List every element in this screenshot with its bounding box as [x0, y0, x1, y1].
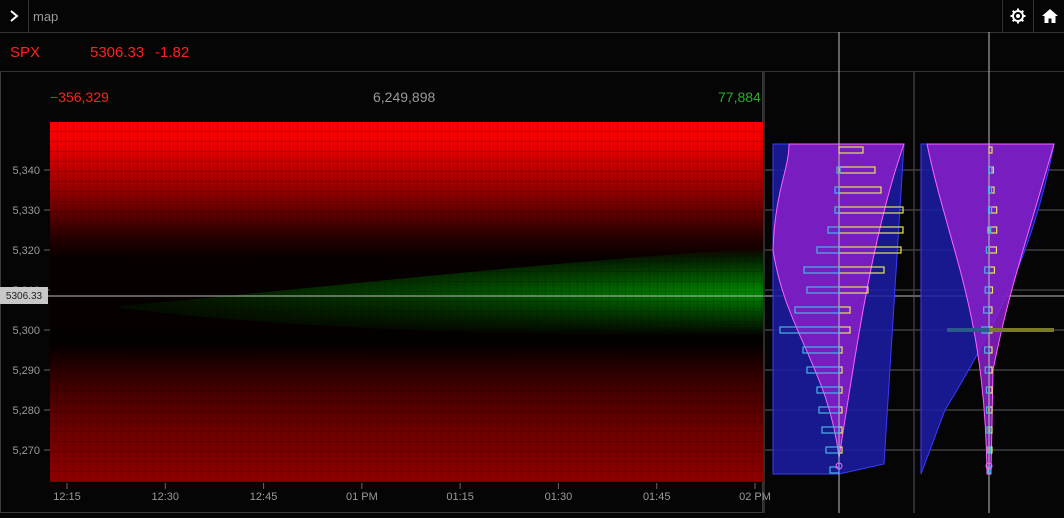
call-bar — [988, 246, 998, 254]
put-bar — [818, 406, 840, 414]
put-bar — [985, 246, 990, 254]
ticker-symbol[interactable]: SPX — [10, 44, 40, 61]
call-bar — [838, 286, 869, 294]
put-bar — [794, 306, 840, 314]
put-bar — [827, 226, 840, 234]
put-bar — [829, 466, 840, 474]
call-bar — [838, 186, 882, 194]
put-bar — [834, 206, 840, 214]
call-bar — [988, 146, 993, 154]
chevron-right-icon — [10, 10, 19, 22]
put-bar — [834, 186, 840, 194]
home-button[interactable] — [1033, 0, 1064, 32]
positive-total: 77,884 — [718, 89, 761, 105]
price-change: -1.82 — [155, 44, 190, 61]
call-bar — [988, 446, 993, 454]
put-bar — [806, 286, 840, 294]
put-bar — [836, 166, 841, 174]
call-bar — [838, 206, 904, 214]
call-bar — [988, 306, 993, 314]
call-bar — [988, 346, 993, 354]
profile-endpoint — [985, 462, 993, 470]
call-bar — [838, 326, 851, 334]
put-bar — [816, 246, 840, 254]
total-volume: 6,249,898 — [373, 89, 436, 105]
put-bar — [779, 326, 840, 334]
call-bar — [988, 186, 995, 194]
profile-blue-area — [772, 143, 905, 475]
call-bar — [838, 246, 902, 254]
profile-purple-area — [772, 143, 905, 459]
put-bar — [986, 446, 992, 454]
menu-toggle-button[interactable] — [0, 0, 29, 32]
top-bar — [0, 0, 1064, 33]
call-bar — [988, 386, 993, 394]
call-bar — [988, 266, 996, 274]
quote-bar: SPX 5306.33 -1.82 — [0, 33, 1064, 72]
put-bar — [984, 346, 990, 354]
call-bar — [988, 366, 993, 374]
put-bar — [821, 426, 840, 434]
call-bar — [838, 266, 885, 274]
put-bar — [987, 226, 992, 234]
profile-purple-area — [926, 143, 1055, 475]
gear-icon — [1010, 8, 1026, 24]
call-bar — [838, 406, 843, 414]
put-bar — [984, 266, 990, 274]
call-bar — [838, 226, 904, 234]
put-bar — [816, 386, 840, 394]
put-bar — [984, 366, 990, 374]
put-bar — [985, 406, 991, 414]
call-bar — [988, 326, 993, 334]
profile-blue-area — [920, 143, 1055, 475]
put-bar — [983, 306, 990, 314]
call-bar — [838, 366, 843, 374]
call-bar — [988, 226, 998, 234]
call-bar — [838, 306, 851, 314]
call-bar — [838, 346, 843, 354]
profile-panel-1[interactable] — [765, 32, 914, 513]
call-bar — [988, 166, 994, 174]
put-bar — [987, 206, 993, 214]
call-bar — [988, 426, 993, 434]
call-bar — [988, 206, 998, 214]
profile-endpoint — [835, 462, 843, 470]
negative-total: −356,329 — [50, 89, 109, 105]
call-heavy-bar — [989, 328, 1054, 332]
home-icon — [1041, 9, 1058, 23]
put-bar — [981, 326, 990, 334]
put-bar — [806, 366, 840, 374]
call-bar — [838, 446, 843, 454]
search-box[interactable] — [29, 0, 1001, 32]
last-price: 5306.33 — [90, 44, 145, 61]
call-bar — [838, 146, 864, 154]
put-bar — [802, 346, 840, 354]
heatmap-panel — [0, 72, 763, 513]
call-bar — [838, 386, 843, 394]
put-bar — [986, 426, 991, 434]
put-bar — [803, 266, 840, 274]
put-bar — [825, 446, 840, 454]
put-bar — [984, 286, 990, 294]
settings-button[interactable] — [1002, 0, 1033, 32]
put-bar — [987, 186, 993, 194]
put-bar — [987, 466, 992, 474]
call-bar — [988, 286, 994, 294]
call-bar — [838, 166, 876, 174]
put-bar — [988, 166, 993, 174]
profile-panel-2[interactable] — [915, 32, 1064, 513]
put-bar — [985, 386, 990, 394]
put-heavy-bar — [947, 328, 989, 332]
search-input[interactable] — [29, 7, 995, 25]
call-bar — [838, 426, 843, 434]
call-bar — [988, 406, 993, 414]
